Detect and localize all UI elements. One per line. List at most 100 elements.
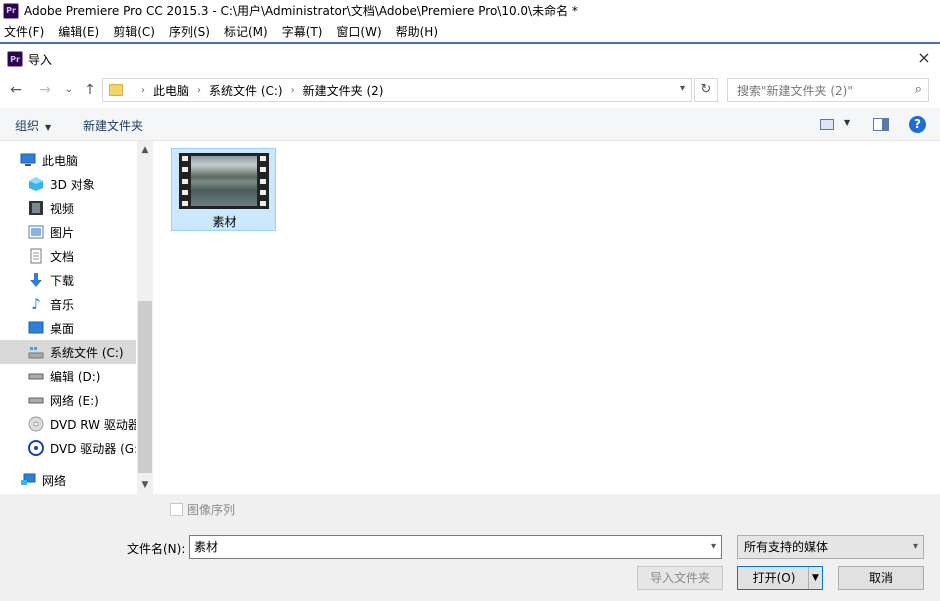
file-list: 素材 xyxy=(153,141,940,494)
chevron-down-icon: ▾ xyxy=(912,541,918,552)
dialog-title-bar: Pr 导入 × xyxy=(0,44,940,74)
close-icon[interactable]: × xyxy=(916,50,932,66)
sidebar-item-label: 图片 xyxy=(50,225,75,240)
sidebar-item-label: 网络 xyxy=(42,473,67,488)
sidebar-item-pictures[interactable]: 图片 xyxy=(0,220,136,244)
open-split-dropdown-icon[interactable]: ▼ xyxy=(808,567,822,589)
refresh-icon[interactable]: ↻ xyxy=(694,78,718,102)
dvd-icon xyxy=(28,440,44,456)
menu-edit[interactable]: 编辑(E) xyxy=(58,23,99,40)
chevron-down-icon[interactable]: ▾ xyxy=(711,536,716,558)
recent-locations-chevron-icon[interactable]: ⌄ xyxy=(61,82,77,98)
organize-button[interactable]: 组织 ▼ xyxy=(15,117,51,134)
sidebar-item-label: 3D 对象 xyxy=(50,177,95,192)
preview-pane-icon[interactable] xyxy=(873,118,889,131)
download-icon xyxy=(28,272,44,288)
breadcrumb-this-pc[interactable]: 此电脑 xyxy=(153,82,189,99)
network-icon xyxy=(20,472,36,488)
back-arrow-icon[interactable]: ← xyxy=(8,82,24,98)
dvd-rw-icon xyxy=(28,416,44,432)
sidebar-item-label: DVD RW 驱动器 xyxy=(50,417,136,432)
sidebar-item-drive-d[interactable]: 编辑 (D:) xyxy=(0,364,136,388)
file-item-video[interactable]: 素材 xyxy=(171,148,276,231)
desktop-icon xyxy=(28,320,44,336)
navigation-pane: 此电脑 3D 对象 视频 图片 文档 下载 ♪ 音乐 桌面 系统文件 (C:) … xyxy=(0,141,153,494)
folder-icon xyxy=(109,84,123,96)
sidebar-item-this-pc[interactable]: 此电脑 xyxy=(0,148,136,172)
up-arrow-icon[interactable]: ↑ xyxy=(82,82,98,98)
dialog-title: 导入 xyxy=(28,52,53,67)
menu-file[interactable]: 文件(F) xyxy=(4,23,44,40)
sidebar-item-label: 此电脑 xyxy=(42,153,79,168)
menu-marker[interactable]: 标记(M) xyxy=(224,23,268,40)
open-label: 打开(O) xyxy=(752,571,796,585)
sidebar-scrollbar[interactable]: ▲ ▼ xyxy=(137,141,153,494)
scroll-down-arrow-icon[interactable]: ▼ xyxy=(137,476,153,494)
sidebar-item-dvd-rw[interactable]: DVD RW 驱动器 xyxy=(0,412,136,436)
sidebar-item-system-drive[interactable]: 系统文件 (C:) xyxy=(0,340,136,364)
menu-clip[interactable]: 剪辑(C) xyxy=(113,23,155,40)
sidebar-item-downloads[interactable]: 下载 xyxy=(0,268,136,292)
organize-label: 组织 xyxy=(15,119,40,133)
sidebar-item-videos[interactable]: 视频 xyxy=(0,196,136,220)
drive-icon xyxy=(28,392,44,408)
chevron-right-icon[interactable]: › xyxy=(291,85,295,96)
chevron-down-icon: ▼ xyxy=(45,123,52,132)
chevron-down-icon[interactable]: ▾ xyxy=(680,83,685,94)
premiere-logo-icon: Pr xyxy=(7,51,23,67)
sidebar-item-drive-e[interactable]: 网络 (E:) xyxy=(0,388,136,412)
sidebar-item-dvd-g[interactable]: DVD 驱动器 (G: xyxy=(0,436,136,460)
menu-help[interactable]: 帮助(H) xyxy=(396,23,438,40)
app-title-bar: Pr Adobe Premiere Pro CC 2015.3 - C:\用户\… xyxy=(0,0,940,21)
chevron-right-icon[interactable]: › xyxy=(141,85,145,96)
forward-arrow-icon[interactable]: → xyxy=(37,82,53,98)
document-icon xyxy=(28,248,44,264)
sidebar-item-documents[interactable]: 文档 xyxy=(0,244,136,268)
image-sequence-checkbox[interactable] xyxy=(170,503,183,516)
view-mode-icon[interactable] xyxy=(820,119,834,130)
chevron-down-icon[interactable]: ▼ xyxy=(844,118,850,127)
menu-sequence[interactable]: 序列(S) xyxy=(169,23,210,40)
sidebar-item-label: 下载 xyxy=(50,273,75,288)
sidebar-item-label: DVD 驱动器 (G: xyxy=(50,441,136,456)
help-icon[interactable]: ? xyxy=(909,116,926,133)
cube-icon xyxy=(28,176,44,192)
sidebar-item-network[interactable]: 网络 xyxy=(0,468,136,492)
sidebar-item-label: 视频 xyxy=(50,201,75,216)
new-folder-button[interactable]: 新建文件夹 xyxy=(83,117,143,134)
sidebar-item-label: 系统文件 (C:) xyxy=(50,345,124,360)
filename-value: 素材 xyxy=(194,540,219,554)
import-folder-button[interactable]: 导入文件夹 xyxy=(637,566,723,590)
address-bar[interactable]: › 此电脑 › 系统文件 (C:) › 新建文件夹 (2) ▾ xyxy=(102,78,692,102)
sidebar-item-label: 音乐 xyxy=(50,297,75,312)
app-title: Adobe Premiere Pro CC 2015.3 - C:\用户\Adm… xyxy=(24,4,578,18)
sidebar-item-music[interactable]: ♪ 音乐 xyxy=(0,292,136,316)
sidebar-item-desktop[interactable]: 桌面 xyxy=(0,316,136,340)
open-button[interactable]: 打开(O) ▼ xyxy=(737,566,823,590)
chevron-right-icon[interactable]: › xyxy=(197,85,201,96)
menu-window[interactable]: 窗口(W) xyxy=(336,23,381,40)
video-icon xyxy=(28,200,44,216)
file-type-select[interactable]: 所有支持的媒体 ▾ xyxy=(737,535,924,559)
breadcrumb-new-folder[interactable]: 新建文件夹 (2) xyxy=(303,82,384,99)
video-thumbnail xyxy=(179,153,269,209)
drive-icon xyxy=(28,368,44,384)
breadcrumb-system-drive[interactable]: 系统文件 (C:) xyxy=(209,82,283,99)
file-name: 素材 xyxy=(212,215,237,229)
premiere-logo-icon: Pr xyxy=(3,2,19,19)
cancel-button[interactable]: 取消 xyxy=(838,566,924,590)
scroll-thumb[interactable] xyxy=(138,301,152,473)
scroll-up-arrow-icon[interactable]: ▲ xyxy=(137,141,153,159)
filename-field[interactable]: 素材 ▾ xyxy=(189,535,722,559)
sidebar-item-3d-objects[interactable]: 3D 对象 xyxy=(0,172,136,196)
app-menu-bar: 文件(F) 编辑(E) 剪辑(C) 序列(S) 标记(M) 字幕(T) 窗口(W… xyxy=(0,21,940,42)
command-toolbar: 组织 ▼ 新建文件夹 ▼ ? xyxy=(0,108,940,141)
system-drive-icon xyxy=(28,344,44,360)
pc-icon xyxy=(20,152,36,168)
search-input[interactable]: 搜索"新建文件夹 (2)" ⌕ xyxy=(727,78,929,102)
navigation-bar: ← → ⌄ ↑ › 此电脑 › 系统文件 (C:) › 新建文件夹 (2) ▾ … xyxy=(0,74,940,106)
image-sequence-label: 图像序列 xyxy=(187,503,236,517)
menu-title[interactable]: 字幕(T) xyxy=(282,23,323,40)
search-placeholder: 搜索"新建文件夹 (2)" xyxy=(737,83,853,98)
search-icon[interactable]: ⌕ xyxy=(915,82,922,97)
